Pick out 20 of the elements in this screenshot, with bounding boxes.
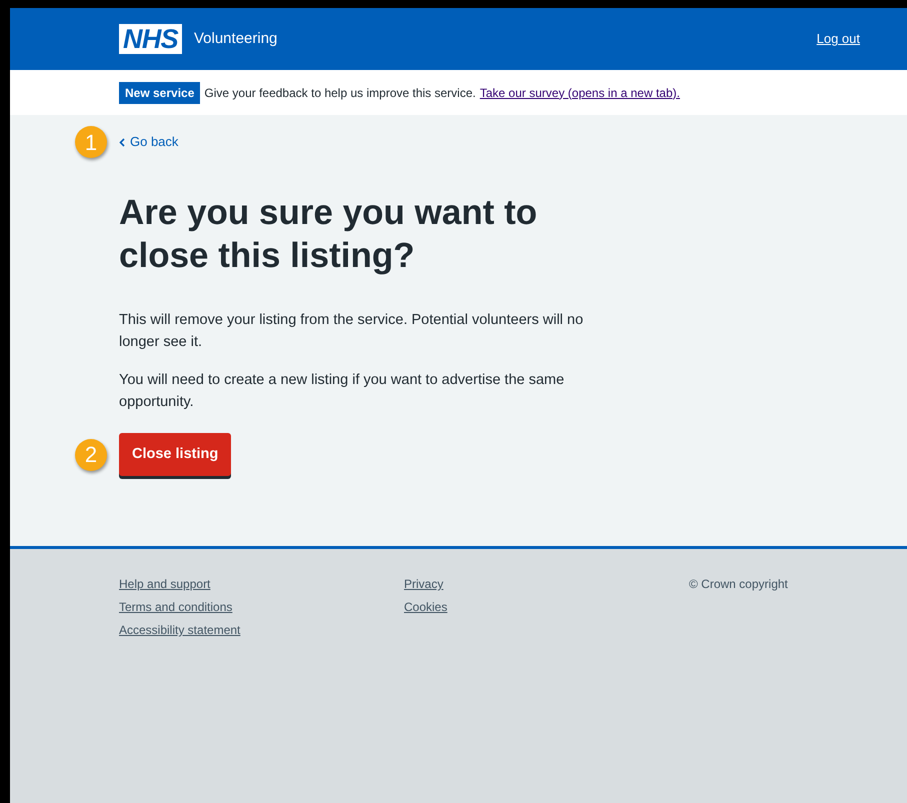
footer-link[interactable]: Privacy bbox=[404, 575, 444, 593]
step-number-badge: 1 bbox=[75, 126, 107, 158]
footer-link[interactable]: Help and support bbox=[119, 575, 210, 593]
banner-text: Give your feedback to help us improve this service. bbox=[204, 84, 476, 102]
survey-link[interactable]: Take our survey (opens in a new tab). bbox=[480, 84, 680, 102]
step-number-badge: 2 bbox=[75, 438, 107, 470]
nhs-logo[interactable]: NHS bbox=[119, 24, 182, 54]
body-paragraph: You will need to create a new listing if you want to advertise the same opportunity. bbox=[119, 371, 566, 412]
body-paragraph: This will remove your listing from the service. Potential volunteers will no longer see it. bbox=[119, 311, 584, 352]
back-link[interactable]: Go back bbox=[119, 132, 178, 152]
footer-link[interactable]: Terms and conditions bbox=[119, 598, 232, 616]
logout-link[interactable]: Log out bbox=[816, 29, 860, 49]
copyright-text: © Crown copyright bbox=[689, 576, 788, 593]
footer-link[interactable]: Cookies bbox=[404, 598, 448, 616]
service-name: Volunteering bbox=[194, 28, 278, 49]
footer-link[interactable]: Accessibility statement bbox=[119, 621, 240, 639]
new-service-tag: New service bbox=[119, 82, 200, 104]
close-listing-button[interactable]: Close listing bbox=[119, 433, 232, 476]
page-heading: Are you sure you want to close this listing? bbox=[119, 192, 538, 277]
chevron-left-icon bbox=[119, 138, 125, 146]
